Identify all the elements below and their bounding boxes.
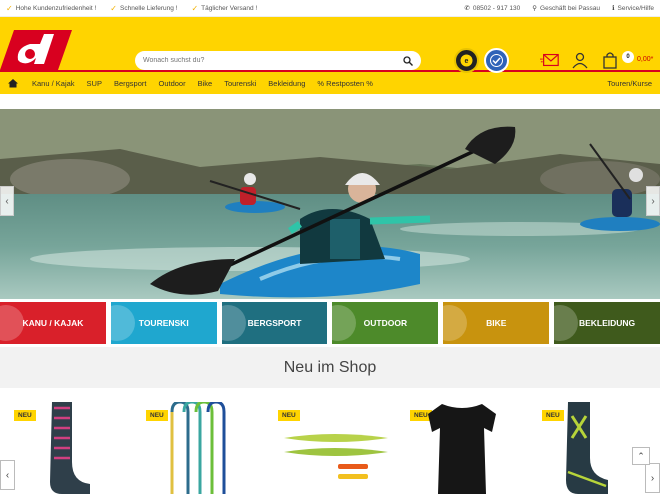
usp-2: ✓ Schnelle Lieferung !	[110, 3, 178, 13]
category-bergsport[interactable]: BERGSPORT	[221, 302, 328, 344]
location-pin-icon: ⚲	[532, 5, 538, 12]
category-bike[interactable]: BIKE	[443, 302, 550, 344]
header: e 0 0,00*	[0, 17, 660, 73]
trusted-shops-seal[interactable]: e	[454, 48, 479, 73]
hero-prev-arrow[interactable]: ‹	[0, 186, 14, 216]
shirt-icon	[428, 404, 496, 494]
search-icon[interactable]	[403, 55, 413, 66]
sling-icon	[170, 402, 226, 494]
logo[interactable]	[0, 30, 72, 70]
nav-item-kanu-kajak[interactable]: Kanu / Kajak	[32, 79, 75, 88]
nav-item-bike[interactable]: Bike	[198, 79, 213, 88]
svg-text:e: e	[465, 58, 469, 65]
category-tiles: KANU / KAJAK TOURENSKI BERGSPORT OUTDOOR…	[0, 302, 660, 344]
product-card[interactable]: NEU	[132, 388, 264, 494]
product-slider: NEU NEU NEU NEU NEU	[0, 388, 660, 494]
cart-count-badge: 0	[622, 51, 634, 63]
nav-item-restposten[interactable]: % Restposten %	[317, 79, 372, 88]
check-icon: ✓	[110, 3, 117, 13]
products-prev-arrow[interactable]: ‹	[0, 460, 15, 490]
nav-item-outdoor[interactable]: Outdoor	[158, 79, 185, 88]
category-bekleidung[interactable]: BEKLEIDUNG	[554, 302, 660, 344]
product-card[interactable]: NEU	[528, 388, 660, 494]
category-kanu-kajak[interactable]: KANU / KAJAK	[0, 302, 106, 344]
certificate-seal[interactable]	[484, 48, 509, 73]
back-to-top-button[interactable]: ⌃	[632, 447, 650, 465]
shopping-bag-icon[interactable]	[600, 51, 620, 69]
hero-next-arrow[interactable]: ›	[646, 186, 660, 216]
nav-item-bekleidung[interactable]: Bekleidung	[268, 79, 305, 88]
sock-icon	[50, 402, 90, 494]
search-input[interactable]	[143, 57, 403, 64]
usp-3: ✓ Täglicher Versand !	[191, 3, 258, 13]
product-card[interactable]: NEU	[396, 388, 528, 494]
contact-mail-icon[interactable]	[540, 51, 560, 69]
home-icon[interactable]	[8, 78, 18, 88]
category-outdoor[interactable]: OUTDOOR	[332, 302, 439, 344]
usp-1: ✓ Hohe Kundenzufriedenheit !	[6, 3, 97, 13]
nav-item-tourenski[interactable]: Tourenski	[224, 79, 256, 88]
nav-item-bergsport[interactable]: Bergsport	[114, 79, 147, 88]
check-icon: ✓	[6, 3, 13, 13]
section-title: Neu im Shop	[0, 347, 660, 388]
kayak-icon	[284, 434, 388, 479]
main-nav: Kanu / Kajak SUP Bergsport Outdoor Bike …	[0, 72, 660, 94]
category-tourenski[interactable]: TOURENSKI	[110, 302, 217, 344]
store-link[interactable]: ⚲ Geschäft bei Passau	[532, 4, 600, 12]
user-account-icon[interactable]	[570, 51, 590, 69]
check-icon: ✓	[191, 3, 199, 13]
cart-total[interactable]: 0,00*	[637, 56, 653, 63]
search-bar[interactable]	[135, 51, 421, 70]
top-bar: ✓ Hohe Kundenzufriedenheit ! ✓ Schnelle Li…	[0, 0, 660, 17]
service-link[interactable]: ℹ Service/Hilfe	[612, 4, 654, 12]
product-card[interactable]: NEU	[0, 388, 132, 494]
phone-icon: ✆	[464, 5, 470, 12]
nav-item-touren-kurse[interactable]: Touren/Kurse	[607, 79, 652, 88]
products-next-arrow[interactable]: ›	[645, 463, 660, 493]
hero-image	[0, 109, 660, 299]
hero-banner[interactable]	[0, 109, 660, 299]
phone-link[interactable]: ✆ 08502 - 917 130	[464, 4, 520, 12]
nav-item-sup[interactable]: SUP	[87, 79, 102, 88]
product-card[interactable]: NEU	[264, 388, 396, 494]
info-icon: ℹ	[612, 5, 615, 12]
